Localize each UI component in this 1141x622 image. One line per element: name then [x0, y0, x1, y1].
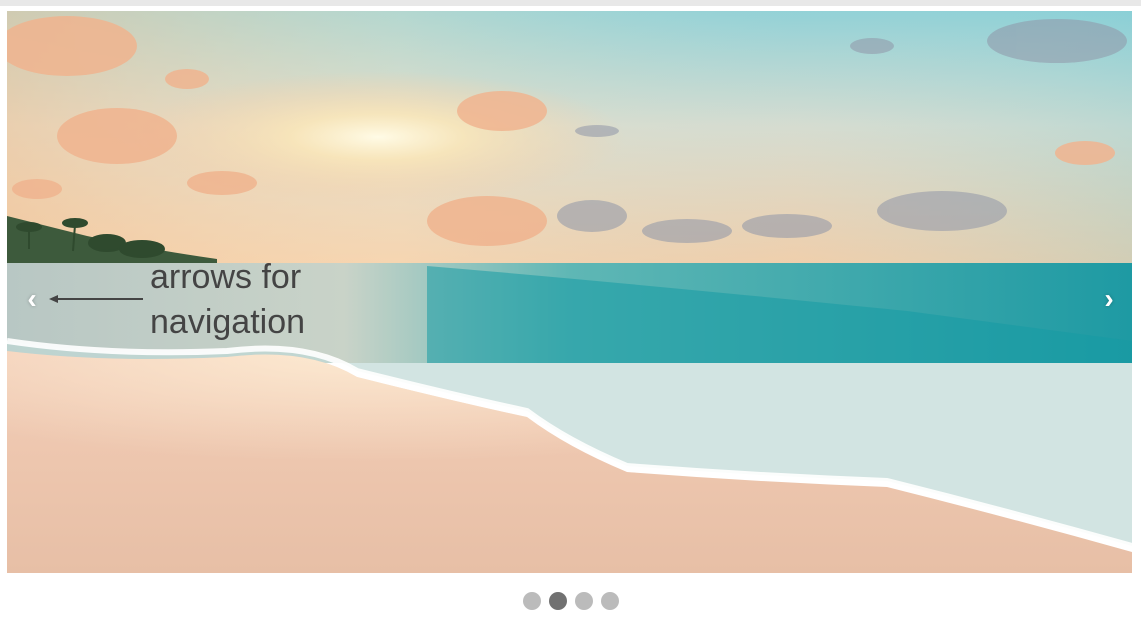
annotation-arrow-icon [49, 295, 143, 303]
previous-slide-button[interactable]: ‹ [17, 281, 47, 317]
navigation-annotation: arrows for navigation [150, 255, 350, 345]
annotation-line-2: navigation [150, 303, 306, 341]
next-slide-button[interactable]: › [1094, 281, 1124, 317]
slide-dot-2[interactable] [548, 592, 567, 610]
slide-dot-3[interactable] [574, 592, 593, 610]
slide-dot-4[interactable] [600, 592, 619, 610]
top-border [0, 0, 1141, 6]
slide-indicators [0, 592, 1141, 612]
slide-dot-1[interactable] [522, 592, 541, 610]
annotation-line-1: arrows for [150, 258, 302, 296]
slideshow-container: ‹ › arrows for navigation [7, 11, 1132, 573]
